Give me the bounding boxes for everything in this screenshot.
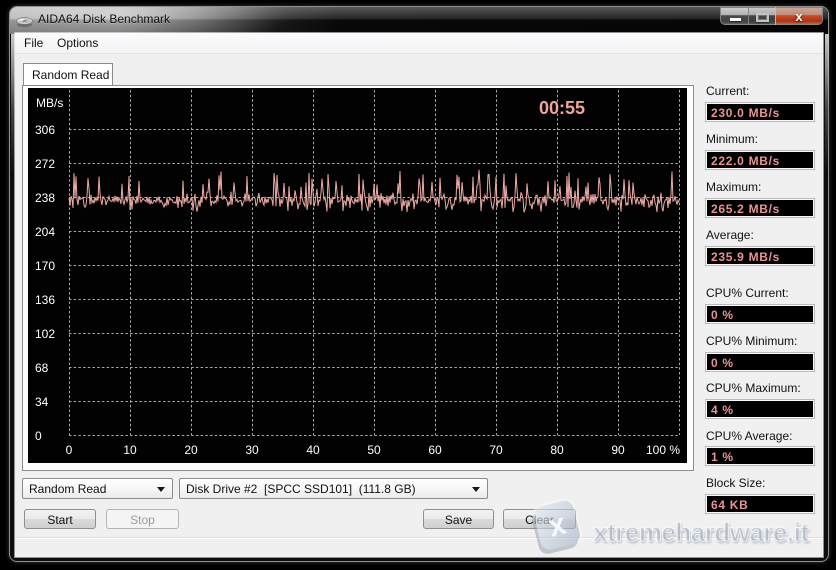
svg-text:204: 204: [35, 225, 55, 239]
svg-text:60: 60: [428, 443, 442, 457]
svg-text:170: 170: [35, 259, 55, 273]
svg-text:136: 136: [35, 293, 55, 307]
svg-text:50: 50: [367, 443, 381, 457]
svg-text:0: 0: [35, 429, 42, 443]
svg-text:40: 40: [306, 443, 320, 457]
svg-text:00:55: 00:55: [539, 98, 585, 118]
svg-text:10: 10: [123, 443, 137, 457]
svg-text:34: 34: [35, 395, 49, 409]
svg-text:306: 306: [35, 123, 55, 137]
svg-text:0: 0: [66, 443, 73, 457]
svg-text:68: 68: [35, 361, 49, 375]
svg-text:102: 102: [35, 327, 55, 341]
svg-text:100 %: 100 %: [646, 443, 680, 457]
svg-text:MB/s: MB/s: [36, 96, 63, 110]
svg-text:238: 238: [35, 191, 55, 205]
svg-text:272: 272: [35, 157, 55, 171]
svg-text:90: 90: [611, 443, 625, 457]
svg-text:20: 20: [184, 443, 198, 457]
svg-text:80: 80: [550, 443, 564, 457]
svg-text:70: 70: [489, 443, 503, 457]
svg-text:30: 30: [245, 443, 259, 457]
